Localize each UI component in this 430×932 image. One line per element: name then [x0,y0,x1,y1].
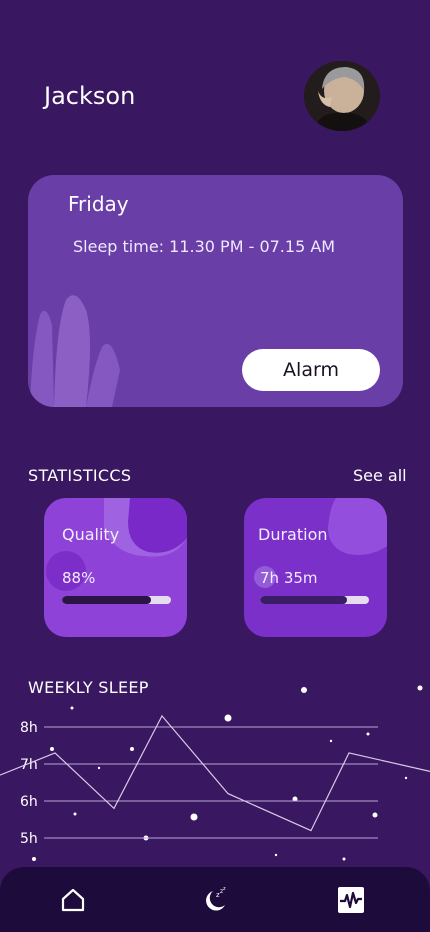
chart-stars [32,685,423,861]
quality-card[interactable]: Quality 88% [44,498,187,637]
quality-label: Quality [62,525,120,544]
duration-value: 7h 35m [260,569,318,587]
duration-card[interactable]: Duration 7h 35m [244,498,387,637]
nav-home-button[interactable] [43,867,103,932]
y-tick-label: 6h [20,794,38,810]
quality-value: 88% [62,569,96,587]
y-tick-label: 7h [20,757,38,773]
nav-stats-button[interactable] [321,867,381,932]
moon-zzz-icon: z z z [206,886,226,911]
series-line [0,714,430,832]
nav-sleep-button[interactable]: z z z [185,867,245,932]
weekly-sleep-chart: 8h 7h 6h 5h [0,685,430,861]
bottom-navigation: z z z [0,867,430,932]
quality-progress-fill [62,596,152,604]
y-tick-label: 8h [20,720,38,736]
y-tick-label: 5h [20,831,38,847]
duration-label: Duration [258,525,328,544]
avatar-portrait [304,61,380,131]
quality-progress-bar [62,596,171,604]
duration-progress-fill [260,596,348,604]
svg-text:z: z [223,886,226,892]
day-title: Friday [68,192,129,216]
see-all-link[interactable]: See all [353,466,407,485]
home-icon [61,888,85,911]
statistics-title: STATISTICCS [28,466,132,485]
sleep-schedule-card: Friday Sleep time: 11.30 PM - 07.15 AM A… [28,175,403,407]
duration-progress-bar [260,596,369,604]
quality-card-decoration [46,498,187,591]
username-title: Jackson [44,82,136,110]
avatar[interactable] [304,61,380,131]
duration-card-decoration [254,498,387,588]
sleep-time-text: Sleep time: 11.30 PM - 07.15 AM [73,237,336,256]
alarm-button[interactable]: Alarm [242,349,380,391]
activity-chart-icon [338,886,364,913]
